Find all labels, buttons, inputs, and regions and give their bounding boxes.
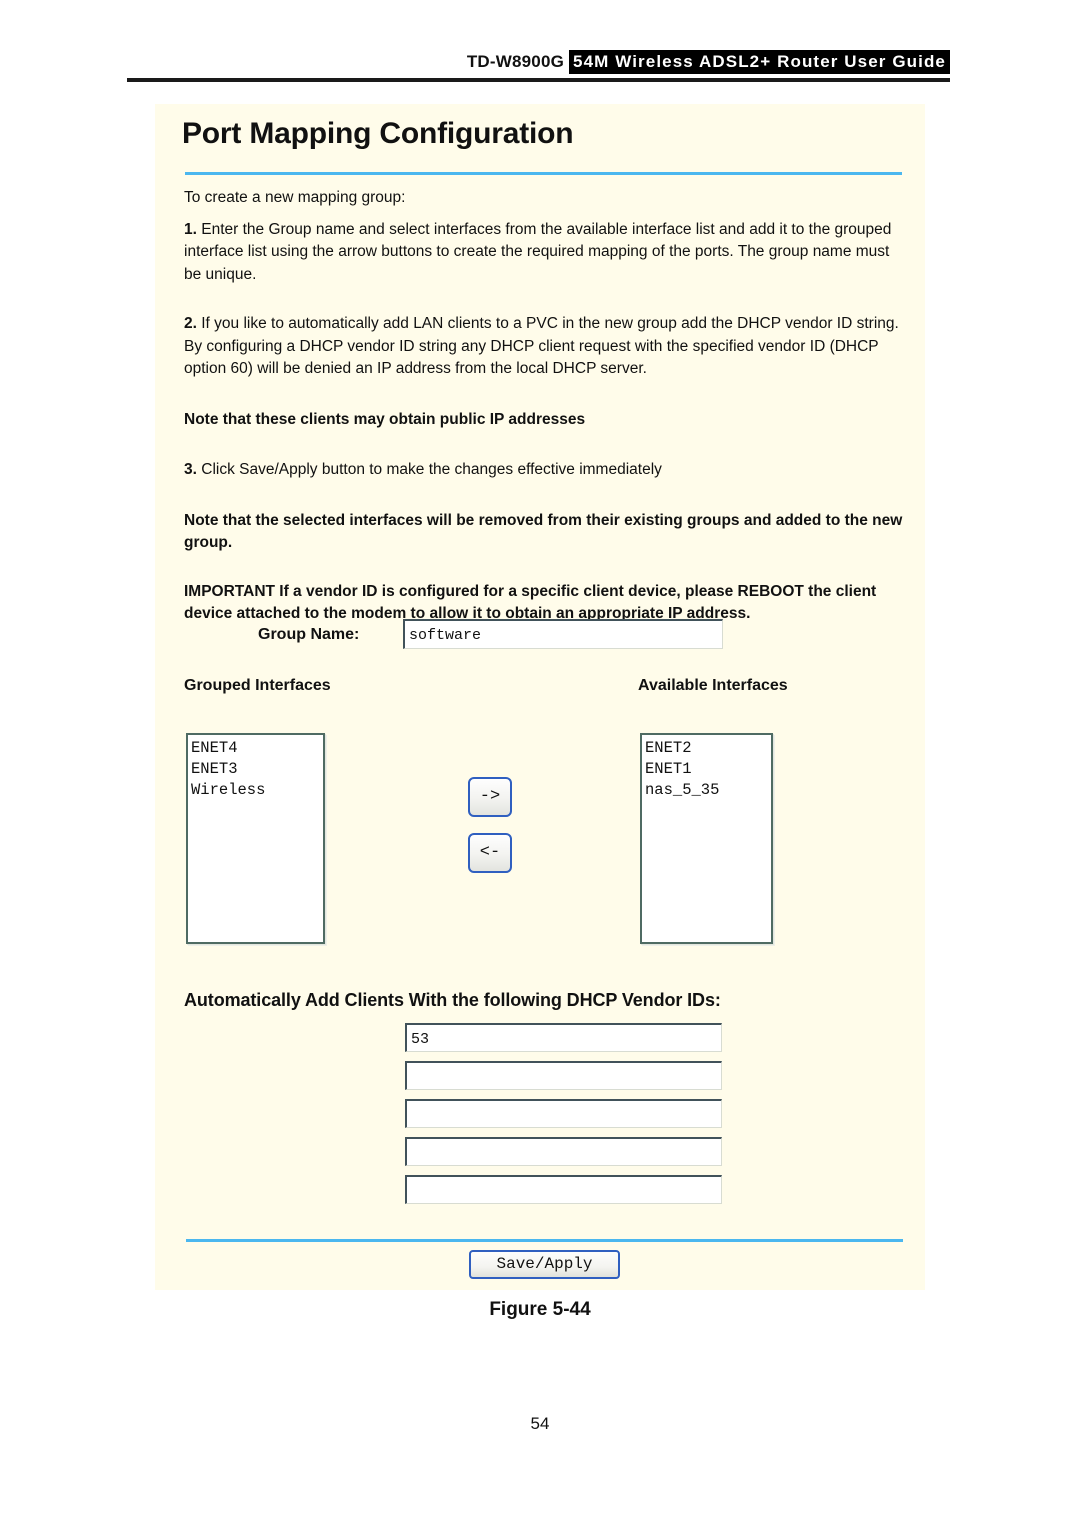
port-mapping-configuration-panel: Port Mapping Configuration To create a n…: [155, 104, 925, 1290]
header-title: TD-W8900G 54M Wireless ADSL2+ Router User…: [467, 50, 950, 74]
step-3-text: 3. Click Save/Apply button to make the c…: [184, 459, 904, 482]
step-1-number: 1.: [184, 220, 197, 238]
running-header: TD-W8900G 54M Wireless ADSL2+ Router User…: [127, 50, 950, 84]
group-name-label: Group Name:: [258, 626, 360, 643]
list-item[interactable]: ENET3: [191, 759, 323, 780]
arrow-left-icon-button[interactable]: <-: [468, 833, 512, 873]
vendor-id-input-5[interactable]: [405, 1175, 722, 1204]
list-item[interactable]: ENET2: [645, 738, 771, 759]
dhcp-vendor-ids-label: Automatically Add Clients With the follo…: [184, 990, 721, 1010]
page-title: Port Mapping Configuration: [182, 117, 574, 150]
list-item[interactable]: nas_5_35: [645, 780, 771, 801]
step-2-text: 2. If you like to automatically add LAN …: [184, 313, 904, 381]
vendor-id-input-2[interactable]: [405, 1061, 722, 1090]
arrow-right-icon-button[interactable]: ->: [468, 777, 512, 817]
save-apply-button[interactable]: Save/Apply: [469, 1250, 620, 1279]
interface-transfer-buttons: -> <-: [468, 777, 514, 893]
intro-text: To create a new mapping group:: [184, 189, 406, 206]
page-number: 54: [530, 1414, 550, 1433]
group-name-input[interactable]: [403, 619, 723, 649]
vendor-id-input-1[interactable]: [405, 1023, 722, 1052]
list-item[interactable]: ENET4: [191, 738, 323, 759]
note-public-ip: Note that these clients may obtain publi…: [184, 410, 586, 428]
grouped-interfaces-label: Grouped Interfaces: [184, 677, 331, 694]
step-2-body: If you like to automatically add LAN cli…: [184, 315, 899, 377]
step-3-body: Click Save/Apply button to make the chan…: [196, 461, 662, 478]
list-item[interactable]: Wireless: [191, 780, 323, 801]
step-1-body: Enter the Group name and select interfac…: [184, 220, 892, 283]
step-3-number: 3.: [184, 461, 197, 478]
header-model-name: TD-W8900G: [466, 52, 565, 71]
vendor-id-input-3[interactable]: [405, 1099, 722, 1128]
note-interfaces-moved: Note that the selected interfaces will b…: [184, 511, 903, 552]
footer-divider: [186, 1239, 903, 1242]
list-item[interactable]: ENET1: [645, 759, 771, 780]
step-1-text: 1. Enter the Group name and select inter…: [184, 219, 904, 287]
available-interfaces-label: Available Interfaces: [638, 677, 788, 694]
header-product-name: 54M Wireless ADSL2+ Router User Guide: [569, 50, 950, 74]
instructions-block: To create a new mapping group: 1. Enter …: [184, 187, 904, 626]
group-name-row: Group Name:: [155, 619, 925, 651]
figure-caption: Figure 5-44: [489, 1299, 591, 1320]
available-interfaces-listbox[interactable]: ENET2 ENET1 nas_5_35: [640, 733, 773, 944]
header-divider: [127, 78, 950, 82]
step-2-number: 2.: [184, 315, 197, 332]
vendor-id-input-4[interactable]: [405, 1137, 722, 1166]
grouped-interfaces-listbox[interactable]: ENET4 ENET3 Wireless: [186, 733, 325, 944]
title-divider: [185, 172, 902, 175]
